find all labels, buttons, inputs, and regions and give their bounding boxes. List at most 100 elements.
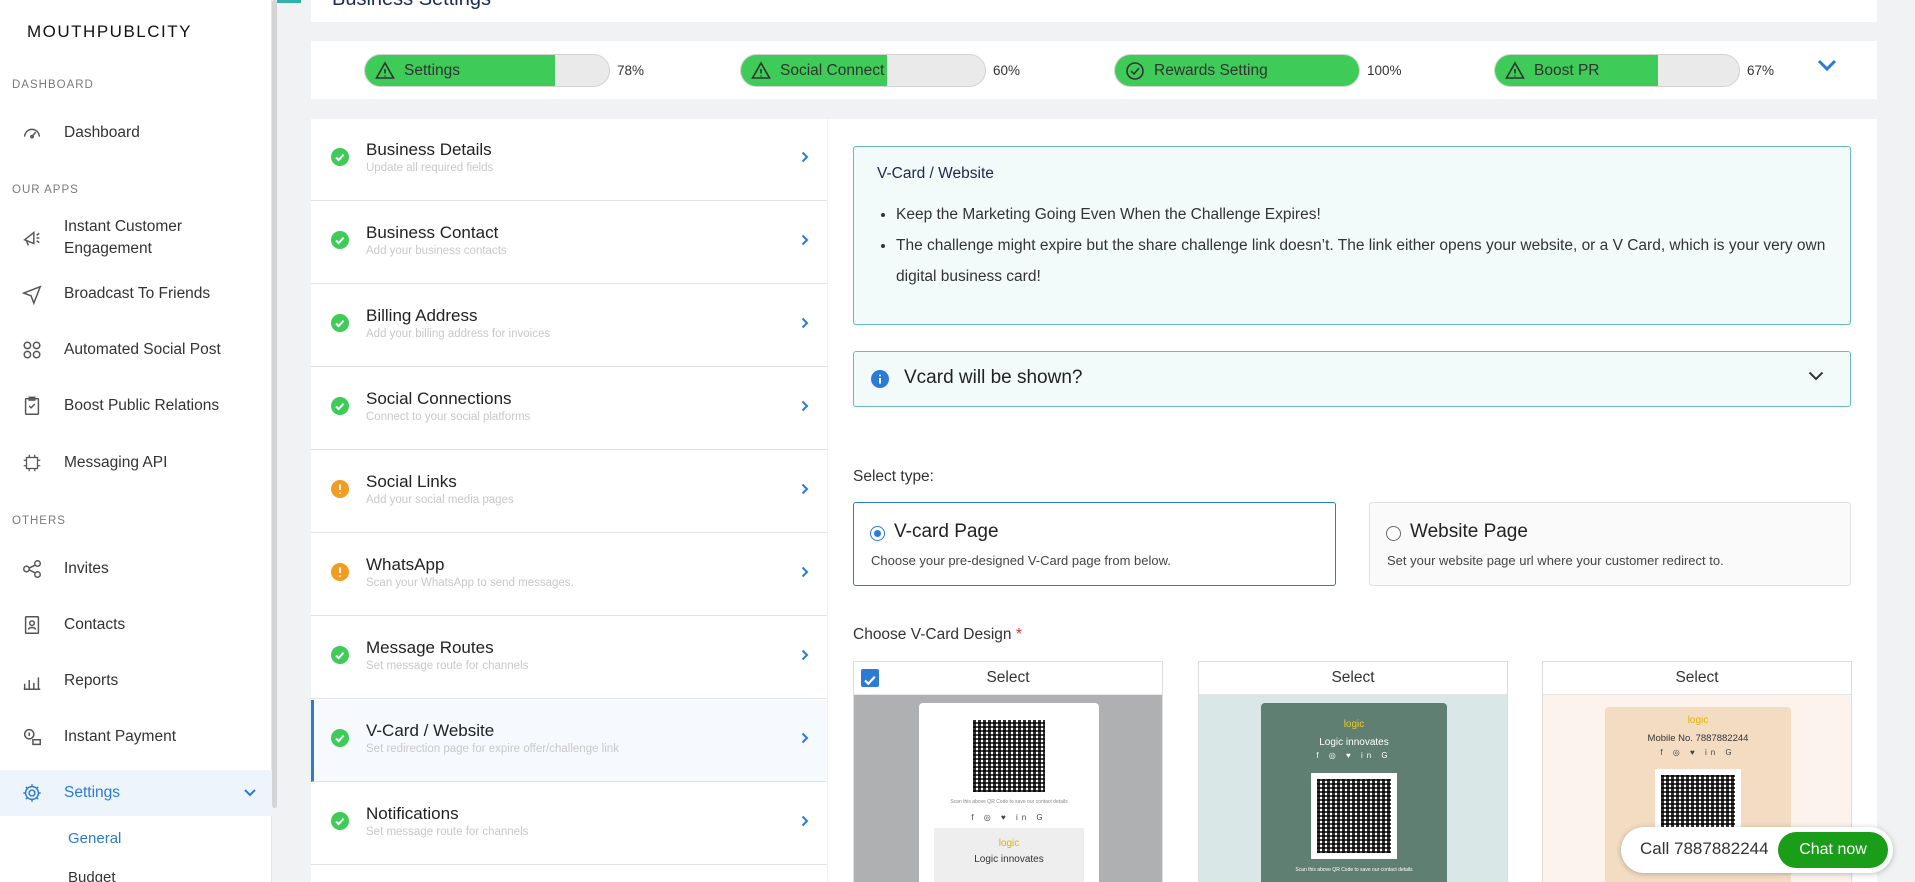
card-preview: Scan this above QR Code to save our cont… (854, 695, 1162, 882)
required-mark: * (1015, 626, 1022, 643)
chat-widget: Call 7887882244 Chat now (1621, 827, 1893, 873)
chat-now-button[interactable]: Chat now (1778, 832, 1888, 868)
vcard-design-2[interactable]: Select logic Logic innovates f ◎ ♥ in G … (1198, 661, 1508, 882)
api-icon (20, 451, 44, 475)
card-select-label: Select (1675, 669, 1719, 686)
progress-bar-social-connect[interactable]: Social Connect (740, 54, 986, 87)
sidebar-scrollbar[interactable] (272, 0, 277, 808)
section-label-dashboard: DASHBOARD (12, 79, 94, 91)
option-title: V-card Page (894, 521, 999, 542)
sidebar-item-label: Reports (64, 672, 119, 689)
app-logo[interactable]: MOUTHPUBLCITY (27, 22, 192, 42)
preview-sheet: logic Logic innovates f ◎ ♥ in G Scan th… (1261, 703, 1447, 882)
sidebar-subitem-budget[interactable]: Budget (68, 869, 116, 882)
check-circle-icon (331, 646, 349, 664)
progress-label: Settings (404, 62, 461, 79)
page-title: Business Settings (332, 0, 491, 11)
preview-brand: logic (998, 838, 1020, 849)
vcard-design-1[interactable]: Select Scan this above QR Code to save o… (853, 661, 1163, 882)
chevron-right-icon (801, 400, 809, 412)
sidebar-item-reports[interactable]: Reports (0, 668, 272, 694)
preview-mobile: Mobile No. 7887882244 (1647, 733, 1749, 744)
sidebar-item-settings[interactable]: Settings (0, 770, 272, 816)
section-label-others: OTHERS (12, 515, 66, 527)
clipboard-icon (20, 394, 44, 418)
list-item-title: Business Contact (366, 223, 499, 242)
progress-label: Rewards Setting (1154, 62, 1268, 79)
list-item-notifications[interactable]: Notifications Set message route for chan… (311, 783, 827, 865)
chevron-down-icon[interactable] (1817, 59, 1837, 77)
progress-bar-rewards-setting[interactable]: Rewards Setting (1114, 54, 1360, 87)
list-item-billing-address[interactable]: Billing Address Add your billing address… (311, 285, 827, 367)
list-item-subtitle: Set redirection page for expire offer/ch… (366, 743, 619, 755)
list-item-title: Business Details (366, 140, 492, 159)
design-label-text: Choose V-Card Design (853, 626, 1012, 643)
card-header: Select (1543, 662, 1851, 695)
alert-circle-icon (331, 563, 349, 581)
progress-percent: 60% (993, 63, 1021, 78)
vcard-shown-accordion[interactable]: Vcard will be shown? (853, 351, 1851, 407)
option-description: Set your website page url where your cus… (1387, 553, 1724, 568)
list-item-business-details[interactable]: Business Details Update all required fie… (311, 119, 827, 201)
check-circle-icon (1126, 62, 1144, 80)
vcard-settings-panel: V-Card / Website Keep the Marketing Goin… (828, 119, 1877, 882)
sidebar-subitem-general[interactable]: General (68, 830, 121, 847)
social-icons: f ◎ ♥ in G (1660, 748, 1736, 757)
option-title: Website Page (1410, 521, 1528, 542)
list-item-business-contact[interactable]: Business Contact Add your business conta… (311, 202, 827, 284)
qr-frame (1311, 773, 1397, 859)
progress-label: Boost PR (1534, 62, 1600, 79)
sidebar-item-automated-social-post[interactable]: Automated Social Post (0, 337, 272, 363)
list-item-title: WhatsApp (366, 555, 445, 574)
check-circle-icon (331, 231, 349, 249)
list-item-subtitle: Set message route for channels (366, 826, 529, 838)
sidebar-item-label: Settings (64, 784, 121, 801)
list-item-message-routes[interactable]: Message Routes Set message route for cha… (311, 617, 827, 699)
sidebar-item-instant-customer-engagement[interactable]: Instant Customer Engagement (0, 216, 272, 260)
card-select-label: Select (1331, 669, 1375, 686)
check-circle-icon (331, 314, 349, 332)
chevron-right-icon (801, 234, 809, 246)
sidebar-item-label: Contacts (64, 616, 126, 633)
chevron-down-icon (244, 784, 256, 802)
list-item-subtitle: Add your business contacts (366, 245, 507, 257)
speedometer-icon (20, 121, 44, 145)
sidebar-item-dashboard[interactable]: Dashboard (0, 120, 272, 146)
progress-bar-settings[interactable]: Settings (364, 54, 610, 87)
list-item-vcard-website[interactable]: V-Card / Website Set redirection page fo… (311, 700, 827, 782)
megaphone-icon (20, 226, 44, 250)
vcard-radio[interactable] (870, 526, 885, 541)
send-icon (20, 282, 44, 306)
list-item-social-connections[interactable]: Social Connections Connect to your socia… (311, 368, 827, 450)
list-item-social-links[interactable]: Social Links Add your social media pages (311, 451, 827, 533)
sidebar-item-broadcast-to-friends[interactable]: Broadcast To Friends (0, 281, 272, 307)
choose-design-label: Choose V-Card Design * (853, 626, 1022, 644)
chart-icon (20, 669, 44, 693)
call-phone-link[interactable]: Call 7887882244 (1640, 839, 1769, 859)
check-circle-icon (331, 148, 349, 166)
section-label-our-apps: OUR APPS (12, 184, 79, 196)
list-item-whatsapp[interactable]: WhatsApp Scan your WhatsApp to send mess… (311, 534, 827, 616)
progress-percent: 67% (1747, 63, 1775, 78)
option-website-page[interactable]: Website Page Set your website page url w… (1369, 502, 1851, 586)
info-bullets: Keep the Marketing Going Even When the C… (896, 199, 1826, 292)
progress-percent: 100% (1367, 63, 1402, 78)
progress-summary: Settings 78% Social Connect 60% Rewards … (311, 41, 1877, 99)
list-item-title: Social Links (366, 472, 457, 491)
sidebar: MOUTHPUBLCITY DASHBOARD Dashboard OUR AP… (0, 0, 272, 882)
list-item-subtitle: Add your social media pages (366, 494, 514, 506)
settings-list: Business Details Update all required fie… (311, 119, 827, 882)
selected-checkbox[interactable] (861, 669, 879, 687)
preview-company: Logic innovates (1319, 737, 1389, 748)
list-item-title: Notifications (366, 804, 459, 823)
qr-code-image (1317, 779, 1391, 853)
sidebar-item-boost-public-relations[interactable]: Boost Public Relations (0, 393, 272, 419)
sidebar-item-invites[interactable]: Invites (0, 556, 272, 582)
option-vcard-page[interactable]: V-card Page Choose your pre-designed V-C… (853, 502, 1336, 586)
sidebar-item-contacts[interactable]: Contacts (0, 612, 272, 638)
sidebar-item-messaging-api[interactable]: Messaging API (0, 450, 272, 476)
page-header: Business Settings (277, 0, 1877, 22)
progress-bar-boost-pr[interactable]: Boost PR (1494, 54, 1740, 87)
website-radio[interactable] (1386, 526, 1401, 541)
sidebar-item-instant-payment[interactable]: Instant Payment (0, 724, 272, 750)
